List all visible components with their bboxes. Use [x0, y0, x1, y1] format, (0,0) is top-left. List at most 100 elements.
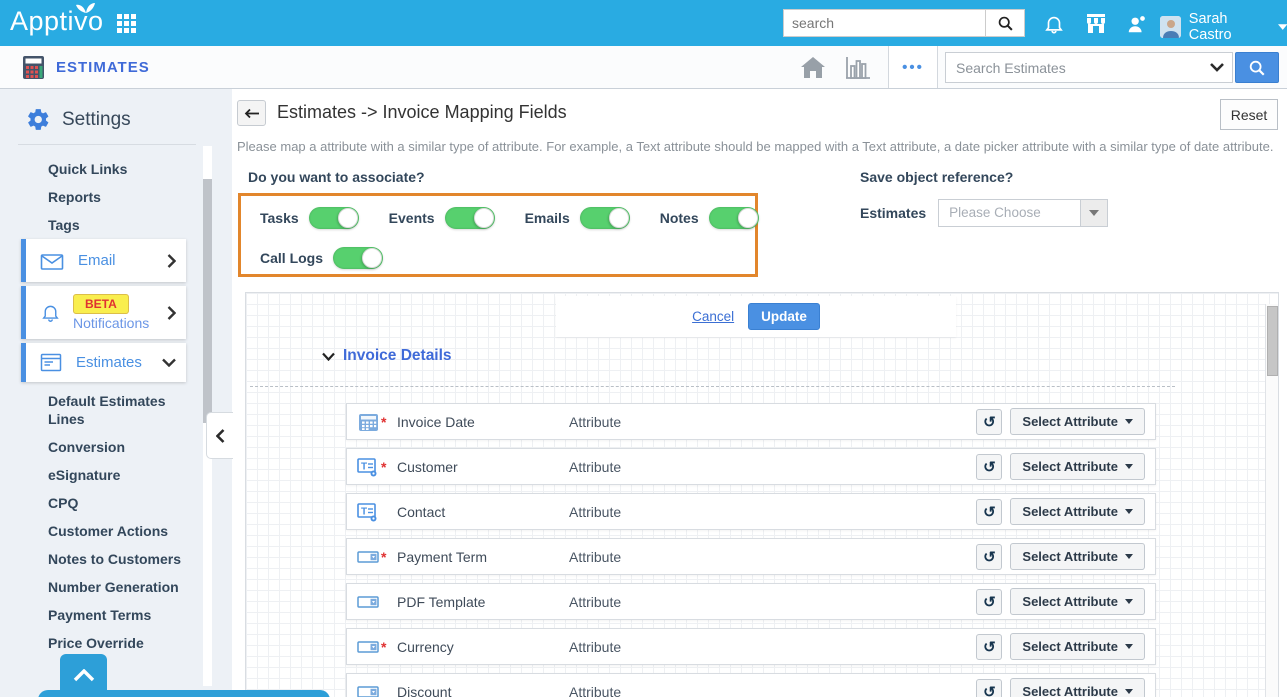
estimates-submenu-item[interactable]: Default Estimates Lines	[48, 392, 202, 428]
sidebar-link[interactable]: Quick Links	[48, 155, 127, 183]
sidebar-collapse-handle[interactable]	[206, 412, 233, 459]
home-icon[interactable]	[800, 56, 826, 80]
gear-icon	[26, 107, 51, 132]
sidebar-link-label: Tags	[48, 217, 80, 233]
sidebar-item-label: Estimates	[76, 354, 142, 371]
chevron-right-icon	[167, 306, 176, 320]
referral-person-icon[interactable]	[1124, 11, 1150, 37]
select-attribute-button[interactable]: Select Attribute	[1010, 408, 1145, 435]
associate-toggle-item: Notes	[660, 207, 759, 229]
notifications-bell-icon[interactable]	[1041, 11, 1067, 37]
settings-header: Settings	[26, 107, 131, 132]
global-search-input[interactable]	[783, 9, 985, 37]
sidebar-link[interactable]: Tags	[48, 211, 127, 239]
undo-icon: ↺	[983, 593, 996, 611]
estimates-submenu-item[interactable]: Price Override	[48, 634, 202, 652]
undo-icon: ↺	[983, 638, 996, 656]
associate-toggles-box: Tasks Events Emails Notes Call Logs	[238, 193, 758, 277]
undo-mapping-button[interactable]: ↺	[976, 544, 1002, 570]
estimates-submenu-item[interactable]: eSignature	[48, 466, 202, 484]
field-mapping-row: T * Invoice Date Attribute ↺ Select Attr…	[346, 403, 1156, 440]
select-attribute-button[interactable]: Select Attribute	[1010, 543, 1145, 570]
caret-down-icon	[1125, 644, 1133, 649]
sidebar-link-label: Reports	[48, 189, 101, 205]
cancel-link[interactable]: Cancel	[692, 309, 734, 324]
beta-badge: BETA	[73, 294, 129, 314]
search-options-chevron-icon[interactable]	[1202, 53, 1232, 82]
toggle-switch[interactable]	[333, 247, 383, 269]
estimates-submenu-item[interactable]: Payment Terms	[48, 606, 202, 624]
grid-scrollbar-thumb[interactable]	[1267, 306, 1278, 376]
select-attribute-button[interactable]: Select Attribute	[1010, 453, 1145, 480]
save-reference-dropdown[interactable]: Please Choose	[938, 199, 1108, 227]
select-attribute-button[interactable]: Select Attribute	[1010, 498, 1145, 525]
grid-scrollbar[interactable]	[1265, 304, 1278, 697]
sidebar-item-notifications[interactable]: BETA Notifications	[21, 286, 186, 339]
sidebar-item-label: Notifications	[73, 315, 149, 331]
back-arrow-icon	[244, 108, 260, 119]
select-attribute-button-label: Select Attribute	[1022, 414, 1118, 429]
update-button[interactable]: Update	[748, 303, 820, 330]
apptivo-settings-page: Apptivo Sarah Castro E	[0, 0, 1287, 697]
estimates-search-input[interactable]	[946, 53, 1202, 82]
sidebar-divider	[18, 144, 196, 145]
submenu-item-label: Notes to Customers	[48, 551, 181, 567]
estimates-search-button[interactable]	[1235, 52, 1279, 83]
sidebar-link[interactable]: Reports	[48, 183, 127, 211]
notifications-bell-icon	[40, 301, 61, 324]
reports-chart-icon[interactable]	[845, 56, 871, 80]
user-avatar	[1160, 16, 1181, 38]
toggle-label: Notes	[660, 210, 699, 226]
sidebar-scrollbar-thumb[interactable]	[203, 179, 212, 423]
more-options-button[interactable]: •••	[888, 46, 938, 88]
select-attribute-button[interactable]: Select Attribute	[1010, 633, 1145, 660]
global-search-button[interactable]	[985, 9, 1025, 37]
sidebar-item-estimates[interactable]: Estimates	[21, 343, 186, 382]
estimates-submenu-item[interactable]: Conversion	[48, 438, 202, 456]
reset-button[interactable]: Reset	[1220, 99, 1278, 130]
caret-down-icon	[1125, 464, 1133, 469]
app-grid-icon[interactable]	[117, 14, 137, 34]
field-mapping-row: T * Payment Term Attribute ↺ Select Attr…	[346, 538, 1156, 575]
invoice-details-section-header[interactable]: Invoice Details	[322, 347, 452, 365]
undo-mapping-button[interactable]: ↺	[976, 679, 1002, 697]
toggle-switch[interactable]	[445, 207, 495, 229]
submenu-item-label: Default Estimates Lines	[48, 393, 165, 427]
caret-down-icon	[1125, 419, 1133, 424]
toggle-knob	[609, 208, 629, 228]
select-attribute-button[interactable]: Select Attribute	[1010, 678, 1145, 697]
caret-down-icon	[1125, 554, 1133, 559]
estimates-submenu-item[interactable]: Number Generation	[48, 578, 202, 596]
select-attribute-button[interactable]: Select Attribute	[1010, 588, 1145, 615]
sidebar-item-email[interactable]: Email	[21, 239, 186, 282]
undo-mapping-button[interactable]: ↺	[976, 634, 1002, 660]
save-reference-object-label: Estimates	[860, 205, 926, 221]
undo-mapping-button[interactable]: ↺	[976, 409, 1002, 435]
chevron-up-icon	[73, 669, 95, 682]
required-asterisk: *	[381, 414, 393, 430]
toggle-switch[interactable]	[709, 207, 759, 229]
estimates-submenu-item[interactable]: CPQ	[48, 494, 202, 512]
dropdown-arrow-button[interactable]	[1080, 200, 1107, 226]
field-label: Contact	[397, 504, 569, 520]
back-button[interactable]	[237, 100, 266, 126]
sidebar-links: Quick Links Reports Tags	[48, 155, 127, 239]
toggle-knob	[738, 208, 758, 228]
undo-mapping-button[interactable]: ↺	[976, 454, 1002, 480]
user-menu[interactable]: Sarah Castro	[1160, 11, 1287, 43]
toggle-switch[interactable]	[309, 207, 359, 229]
undo-mapping-button[interactable]: ↺	[976, 499, 1002, 525]
select-attribute-button-label: Select Attribute	[1022, 549, 1118, 564]
chevron-right-icon	[167, 254, 176, 268]
estimates-submenu-item[interactable]: Notes to Customers	[48, 550, 202, 568]
field-mapping-row: T * PDF Template Attribute ↺ Select Attr…	[346, 583, 1156, 620]
estimates-submenu-item[interactable]: Customer Actions	[48, 522, 202, 540]
mapping-grid-area: Cancel Update Invoice Details T * Invoic…	[245, 292, 1279, 697]
toggle-label: Emails	[525, 210, 570, 226]
search-icon	[997, 15, 1014, 32]
undo-icon: ↺	[983, 548, 996, 566]
undo-mapping-button[interactable]: ↺	[976, 589, 1002, 615]
toggle-knob	[338, 208, 358, 228]
marketplace-store-icon[interactable]	[1083, 11, 1109, 37]
toggle-switch[interactable]	[580, 207, 630, 229]
